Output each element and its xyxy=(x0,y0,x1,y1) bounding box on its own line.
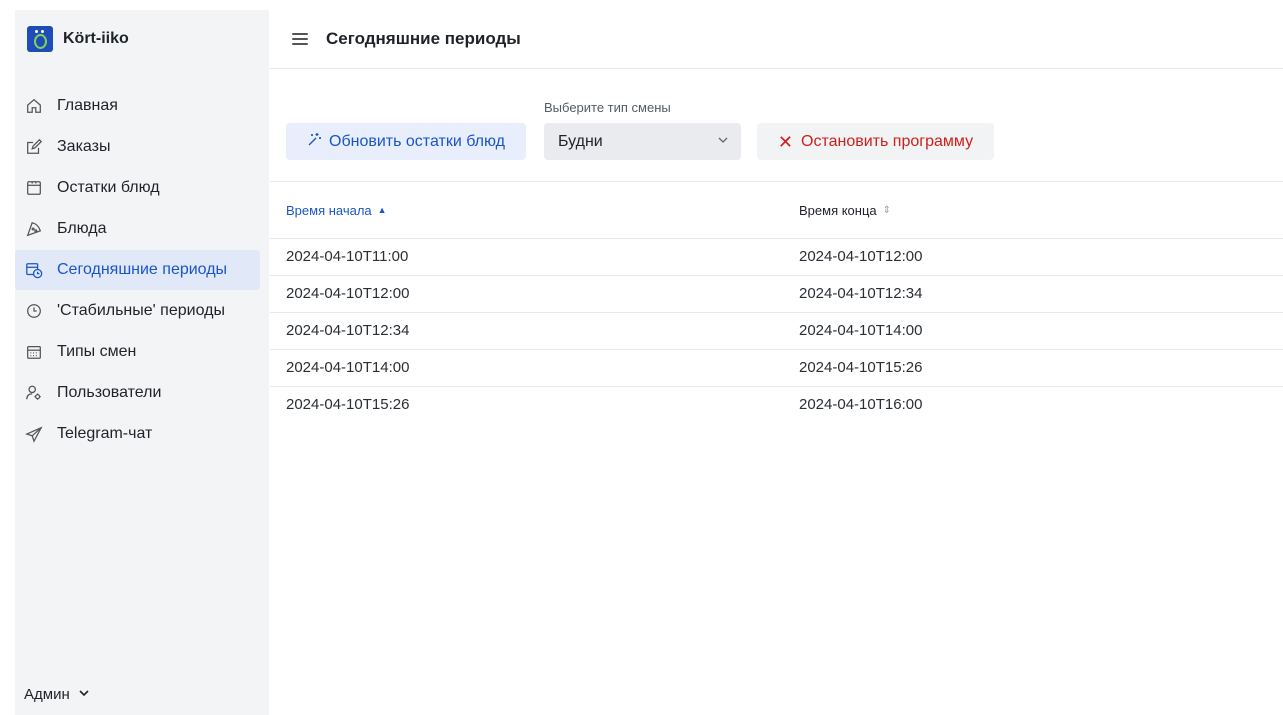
sidebar-item-orders[interactable]: Заказы xyxy=(15,127,260,167)
app-root: Kört-iiko Главная Заказы Остатки блюд Бл… xyxy=(0,0,1283,715)
calendar-clock-icon xyxy=(24,260,44,280)
brand[interactable]: Kört-iiko xyxy=(27,26,129,52)
home-icon xyxy=(24,96,44,116)
table-row[interactable]: 2024-04-10T12:34 2024-04-10T14:00 xyxy=(270,313,1283,350)
table-row[interactable]: 2024-04-10T11:00 2024-04-10T12:00 xyxy=(270,239,1283,276)
column-header-start-time[interactable]: Время начала ▲ xyxy=(286,203,387,218)
user-name: Админ xyxy=(24,686,70,703)
sidebar-item-shift-types[interactable]: Типы смен xyxy=(15,332,260,372)
shift-type-label: Выберите тип смены xyxy=(544,100,671,115)
sidebar-item-label: Заказы xyxy=(57,138,111,155)
stop-program-label: Остановить программу xyxy=(801,132,974,150)
edit-icon xyxy=(24,137,44,157)
column-header-end-time[interactable]: Время конца ⇕ xyxy=(799,203,891,218)
sidebar-item-label: Блюда xyxy=(57,220,107,237)
shift-type-select[interactable]: Будни xyxy=(544,123,741,160)
sidebar-item-stock[interactable]: Остатки блюд xyxy=(15,168,260,208)
end-time-cell: 2024-04-10T15:26 xyxy=(799,359,923,376)
page-header: Сегодняшние периоды xyxy=(270,10,1283,69)
menu-icon[interactable] xyxy=(292,33,308,45)
sidebar-item-label: Пользователи xyxy=(57,384,162,401)
shift-type-value: Будни xyxy=(558,132,603,150)
end-time-cell: 2024-04-10T12:34 xyxy=(799,285,923,302)
pizza-icon xyxy=(24,219,44,239)
periods-table: Время начала ▲ Время конца ⇕ 2024-04-10T… xyxy=(270,181,1283,424)
end-time-cell: 2024-04-10T16:00 xyxy=(799,396,923,413)
end-time-cell: 2024-04-10T14:00 xyxy=(799,322,923,339)
user-menu[interactable]: Админ xyxy=(24,686,90,703)
start-time-cell: 2024-04-10T14:00 xyxy=(286,359,410,376)
sort-icon: ⇕ xyxy=(882,204,892,216)
sidebar-item-label: Telegram-чат xyxy=(57,425,153,442)
sparkle-icon xyxy=(307,131,323,152)
table-row[interactable]: 2024-04-10T12:00 2024-04-10T12:34 xyxy=(270,276,1283,313)
calendar-icon xyxy=(24,342,44,362)
refresh-stock-label: Обновить остатки блюд xyxy=(329,132,505,150)
user-settings-icon xyxy=(24,383,44,403)
sidebar-item-telegram[interactable]: Telegram-чат xyxy=(15,414,260,454)
sidebar-item-users[interactable]: Пользователи xyxy=(15,373,260,413)
start-time-cell: 2024-04-10T12:00 xyxy=(286,285,410,302)
sidebar-item-label: Типы смен xyxy=(57,343,137,360)
box-icon xyxy=(24,178,44,198)
brand-title: Kört-iiko xyxy=(63,30,129,47)
sidebar-item-label: Остатки блюд xyxy=(57,179,160,196)
sidebar-item-label: 'Стабильные' периоды xyxy=(57,302,225,319)
chevron-down-icon xyxy=(717,133,729,151)
page-title: Сегодняшние периоды xyxy=(326,29,521,48)
sort-ascending-icon: ▲ xyxy=(377,205,387,215)
chevron-down-icon xyxy=(78,686,90,703)
table-header: Время начала ▲ Время конца ⇕ xyxy=(270,182,1283,239)
start-time-cell: 2024-04-10T15:26 xyxy=(286,396,410,413)
refresh-stock-button[interactable]: Обновить остатки блюд xyxy=(286,123,526,160)
start-time-cell: 2024-04-10T12:34 xyxy=(286,322,410,339)
sidebar-item-label: Сегодняшние периоды xyxy=(57,261,228,278)
sidebar-nav: Главная Заказы Остатки блюд Блюда Сегодн… xyxy=(15,86,260,455)
sidebar-item-today-periods[interactable]: Сегодняшние периоды xyxy=(15,250,260,290)
close-icon: ✕ xyxy=(777,131,794,152)
toolbar: Обновить остатки блюд Выберите тип смены… xyxy=(286,100,1283,164)
table-row[interactable]: 2024-04-10T15:26 2024-04-10T16:00 xyxy=(270,387,1283,424)
clock-icon xyxy=(24,301,44,321)
send-icon xyxy=(24,424,44,444)
sidebar-item-dishes[interactable]: Блюда xyxy=(15,209,260,249)
logo-icon xyxy=(27,26,53,52)
stop-program-button[interactable]: ✕ Остановить программу xyxy=(757,123,994,160)
sidebar-item-label: Главная xyxy=(57,97,118,114)
start-time-cell: 2024-04-10T11:00 xyxy=(286,248,409,265)
sidebar: Kört-iiko Главная Заказы Остатки блюд Бл… xyxy=(15,10,269,715)
table-row[interactable]: 2024-04-10T14:00 2024-04-10T15:26 xyxy=(270,350,1283,387)
sidebar-item-home[interactable]: Главная xyxy=(15,86,260,126)
sidebar-item-stable-periods[interactable]: 'Стабильные' периоды xyxy=(15,291,260,331)
end-time-cell: 2024-04-10T12:00 xyxy=(799,248,923,265)
